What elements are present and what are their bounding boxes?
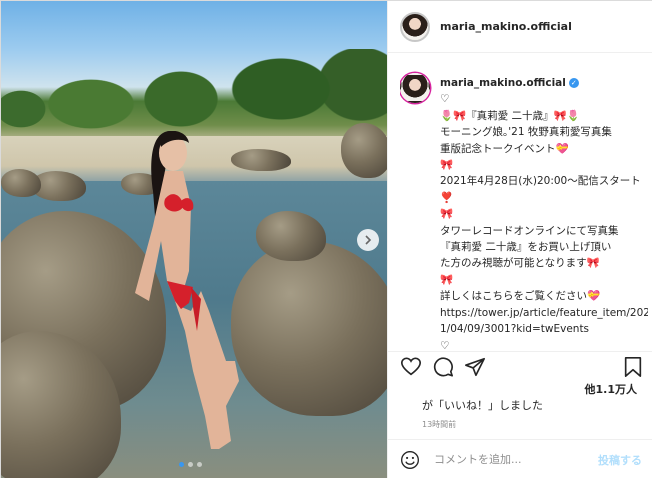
next-arrow-icon — [365, 235, 372, 245]
caption-line: た方のみ視聴が可能となります🎀 — [440, 257, 600, 270]
caption-line: 2021年4月28日(水)20:00〜配信スタート — [440, 175, 641, 188]
post-comment-button[interactable]: 投稿する — [598, 452, 642, 468]
caption-line: 重版記念トークイベント💝 — [440, 142, 569, 155]
comment-input[interactable] — [434, 449, 594, 470]
share-icon[interactable] — [464, 356, 486, 378]
instagram-post: maria_makino.official maria_makino.offic… — [0, 0, 652, 478]
caption-username[interactable]: maria_makino.official — [440, 77, 566, 89]
carousel-dot — [179, 462, 184, 467]
photo-model — [135, 131, 239, 449]
photo-trees — [1, 49, 387, 144]
caption-line: タワーレコードオンラインにて写真集 — [440, 224, 619, 237]
comment-icon[interactable] — [432, 356, 454, 378]
emoji-icon[interactable] — [400, 450, 420, 470]
carousel-dot — [197, 462, 202, 467]
caption-line: ♡ — [440, 339, 450, 352]
carousel-dot — [188, 462, 193, 467]
post-photo[interactable] — [1, 1, 387, 478]
verified-icon: ✓ — [568, 78, 579, 88]
like-count[interactable]: 他1.1万人 — [585, 381, 638, 397]
avatar[interactable] — [400, 11, 430, 42]
post-actions — [388, 351, 652, 381]
post-side-panel: maria_makino.official maria_makino.offic… — [387, 1, 652, 478]
caption-line: 🎀 — [440, 273, 454, 286]
comment-bar: 投稿する — [388, 439, 652, 478]
bookmark-icon[interactable] — [622, 356, 644, 378]
post-timestamp[interactable]: 13時間前 — [422, 419, 456, 430]
caption-line: 詳しくはこちらをご覧ください💝 — [440, 290, 601, 303]
caption-body: maria_makino.official ✓ ♡ 🌷🎀『真莉愛 二十歳』🎀🌷 モ… — [440, 75, 648, 351]
caption-line: ❣️ — [440, 191, 454, 204]
heart-icon[interactable] — [400, 356, 422, 378]
caption-line: 🎀 — [440, 208, 454, 221]
caption: maria_makino.official ✓ ♡ 🌷🎀『真莉愛 二十歳』🎀🌷 モ… — [400, 69, 648, 351]
header-username[interactable]: maria_makino.official — [440, 20, 572, 33]
caption-line: 🎀 — [440, 159, 454, 172]
caption-line: ♡ — [440, 93, 450, 106]
caption-line: 🌷🎀『真莉愛 二十歳』🎀🌷 — [440, 109, 580, 122]
caption-avatar[interactable] — [400, 73, 430, 103]
post-header: maria_makino.official — [388, 1, 652, 53]
carousel-dots — [179, 462, 202, 467]
photo-rock — [1, 169, 41, 197]
caption-line: 『真莉愛 二十歳』をお買い上げ頂い — [440, 241, 612, 254]
caption-link[interactable]: https://tower.jp/article/feature_item/20… — [440, 305, 648, 338]
photo-rock — [341, 123, 387, 178]
caption-line: モーニング娘｡'21 牧野真莉愛写真集 — [440, 126, 612, 139]
next-image-button[interactable] — [357, 229, 379, 251]
liked-by-text: が「いいね！」しました — [422, 399, 543, 412]
